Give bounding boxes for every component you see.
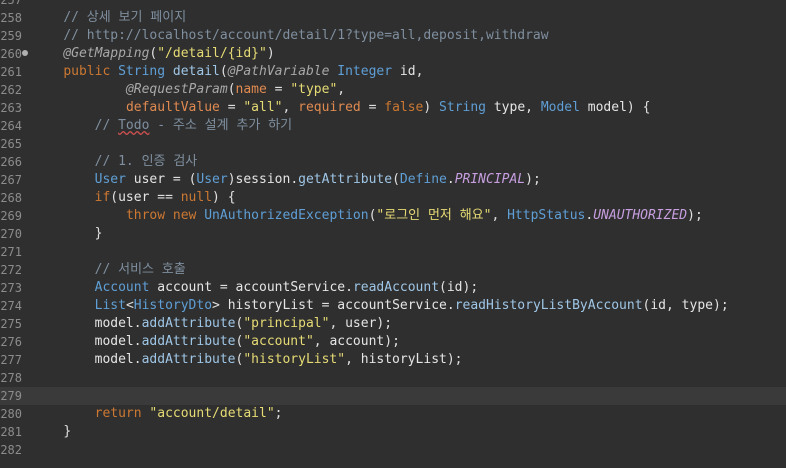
code-line[interactable]: 260 @GetMapping("/detail/{id}") [0, 45, 786, 63]
line-number: 268 [0, 191, 22, 205]
line-number: 260 [0, 47, 22, 61]
code-text: @RequestParam(name = "type", [125, 82, 346, 97]
line-number: 273 [0, 281, 22, 295]
code-line[interactable]: 279 [0, 387, 786, 405]
code-line[interactable]: 273 Account account = accountService.rea… [0, 279, 786, 297]
line-number: 271 [0, 245, 22, 259]
line-number: 265 [0, 137, 22, 151]
override-marker-icon[interactable] [22, 50, 28, 56]
code-text: model.addAttribute("account", account); [94, 334, 400, 349]
line-number: 272 [0, 263, 22, 277]
code-text: model.addAttribute("principal", user); [94, 316, 393, 331]
code-line[interactable]: 266 // 1. 인증 검사 [0, 153, 786, 171]
line-number: 281 [0, 425, 22, 439]
code-text: // Todo - 주소 설계 추가 하기 [94, 118, 293, 133]
line-number: 263 [0, 101, 22, 115]
code-line[interactable]: 271 [0, 243, 786, 261]
code-text: public String detail(@PathVariable Integ… [63, 64, 424, 79]
code-line[interactable]: 272 // 서비스 호출 [0, 261, 786, 279]
code-line[interactable]: 258 // 상세 보기 페이지 [0, 9, 786, 27]
line-number: 274 [0, 299, 22, 313]
code-line[interactable]: 275 model.addAttribute("principal", user… [0, 315, 786, 333]
code-line[interactable]: 269 throw new UnAuthorizedException("로그인… [0, 207, 786, 225]
line-number: 262 [0, 83, 22, 97]
code-text: return "account/detail"; [94, 406, 283, 421]
code-line[interactable]: 268 if(user == null) { [0, 189, 786, 207]
code-line[interactable]: 270 } [0, 225, 786, 243]
code-text: // 상세 보기 페이지 [63, 10, 187, 25]
code-text: // http://localhost/account/detail/1?typ… [63, 28, 549, 43]
code-text: model.addAttribute("historyList", histor… [94, 352, 463, 367]
line-number: 277 [0, 353, 22, 367]
code-line[interactable]: 259 // http://localhost/account/detail/1… [0, 27, 786, 45]
line-number: 276 [0, 335, 22, 349]
line-number: 278 [0, 371, 22, 385]
line-number: 264 [0, 119, 22, 133]
line-number: 266 [0, 155, 22, 169]
line-number: 282 [0, 443, 22, 457]
line-number: 279 [0, 389, 22, 403]
code-line[interactable]: 278 [0, 369, 786, 387]
code-text: // 서비스 호출 [94, 262, 186, 277]
line-number: 280 [0, 407, 22, 421]
code-line[interactable]: 265 [0, 135, 786, 153]
code-text: @GetMapping("/detail/{id}") [63, 46, 275, 61]
code-line[interactable]: 282 [0, 441, 786, 459]
code-line[interactable]: 261 public String detail(@PathVariable I… [0, 63, 786, 81]
code-text: defaultValue = "all", required = false) … [125, 100, 651, 115]
code-text: } [94, 226, 103, 241]
code-text: } [63, 424, 72, 439]
code-text: if(user == null) { [94, 190, 236, 205]
code-line[interactable]: 277 model.addAttribute("historyList", hi… [0, 351, 786, 369]
code-line[interactable]: 267 User user = (User)session.getAttribu… [0, 171, 786, 189]
code-line[interactable]: 262 @RequestParam(name = "type", [0, 81, 786, 99]
line-number: 269 [0, 209, 22, 223]
code-line[interactable]: 274 List<HistoryDto> historyList = accou… [0, 297, 786, 315]
code-text: throw new UnAuthorizedException("로그인 먼저 … [125, 208, 703, 223]
code-text: Account account = accountService.readAcc… [94, 280, 479, 295]
code-line[interactable]: 281 } [0, 423, 786, 441]
line-number: 267 [0, 173, 22, 187]
code-text: User user = (User)session.getAttribute(D… [94, 172, 541, 187]
line-number: 275 [0, 317, 22, 331]
line-number: 259 [0, 29, 22, 43]
code-text: // 1. 인증 검사 [94, 154, 198, 169]
code-text: List<HistoryDto> historyList = accountSe… [94, 298, 729, 313]
code-line[interactable]: 264 // Todo - 주소 설계 추가 하기 [0, 117, 786, 135]
code-line[interactable]: 257 [0, 0, 786, 9]
line-number: 270 [0, 227, 22, 241]
line-number: 257 [0, 0, 22, 7]
code-line[interactable]: 280 return "account/detail"; [0, 405, 786, 423]
code-line[interactable]: 276 model.addAttribute("account", accoun… [0, 333, 786, 351]
code-editor[interactable]: 257 258 // 상세 보기 페이지 259 // http://localho… [0, 0, 786, 468]
code-line[interactable]: 263 defaultValue = "all", required = fal… [0, 99, 786, 117]
line-number: 261 [0, 65, 22, 79]
line-number: 258 [0, 11, 22, 25]
